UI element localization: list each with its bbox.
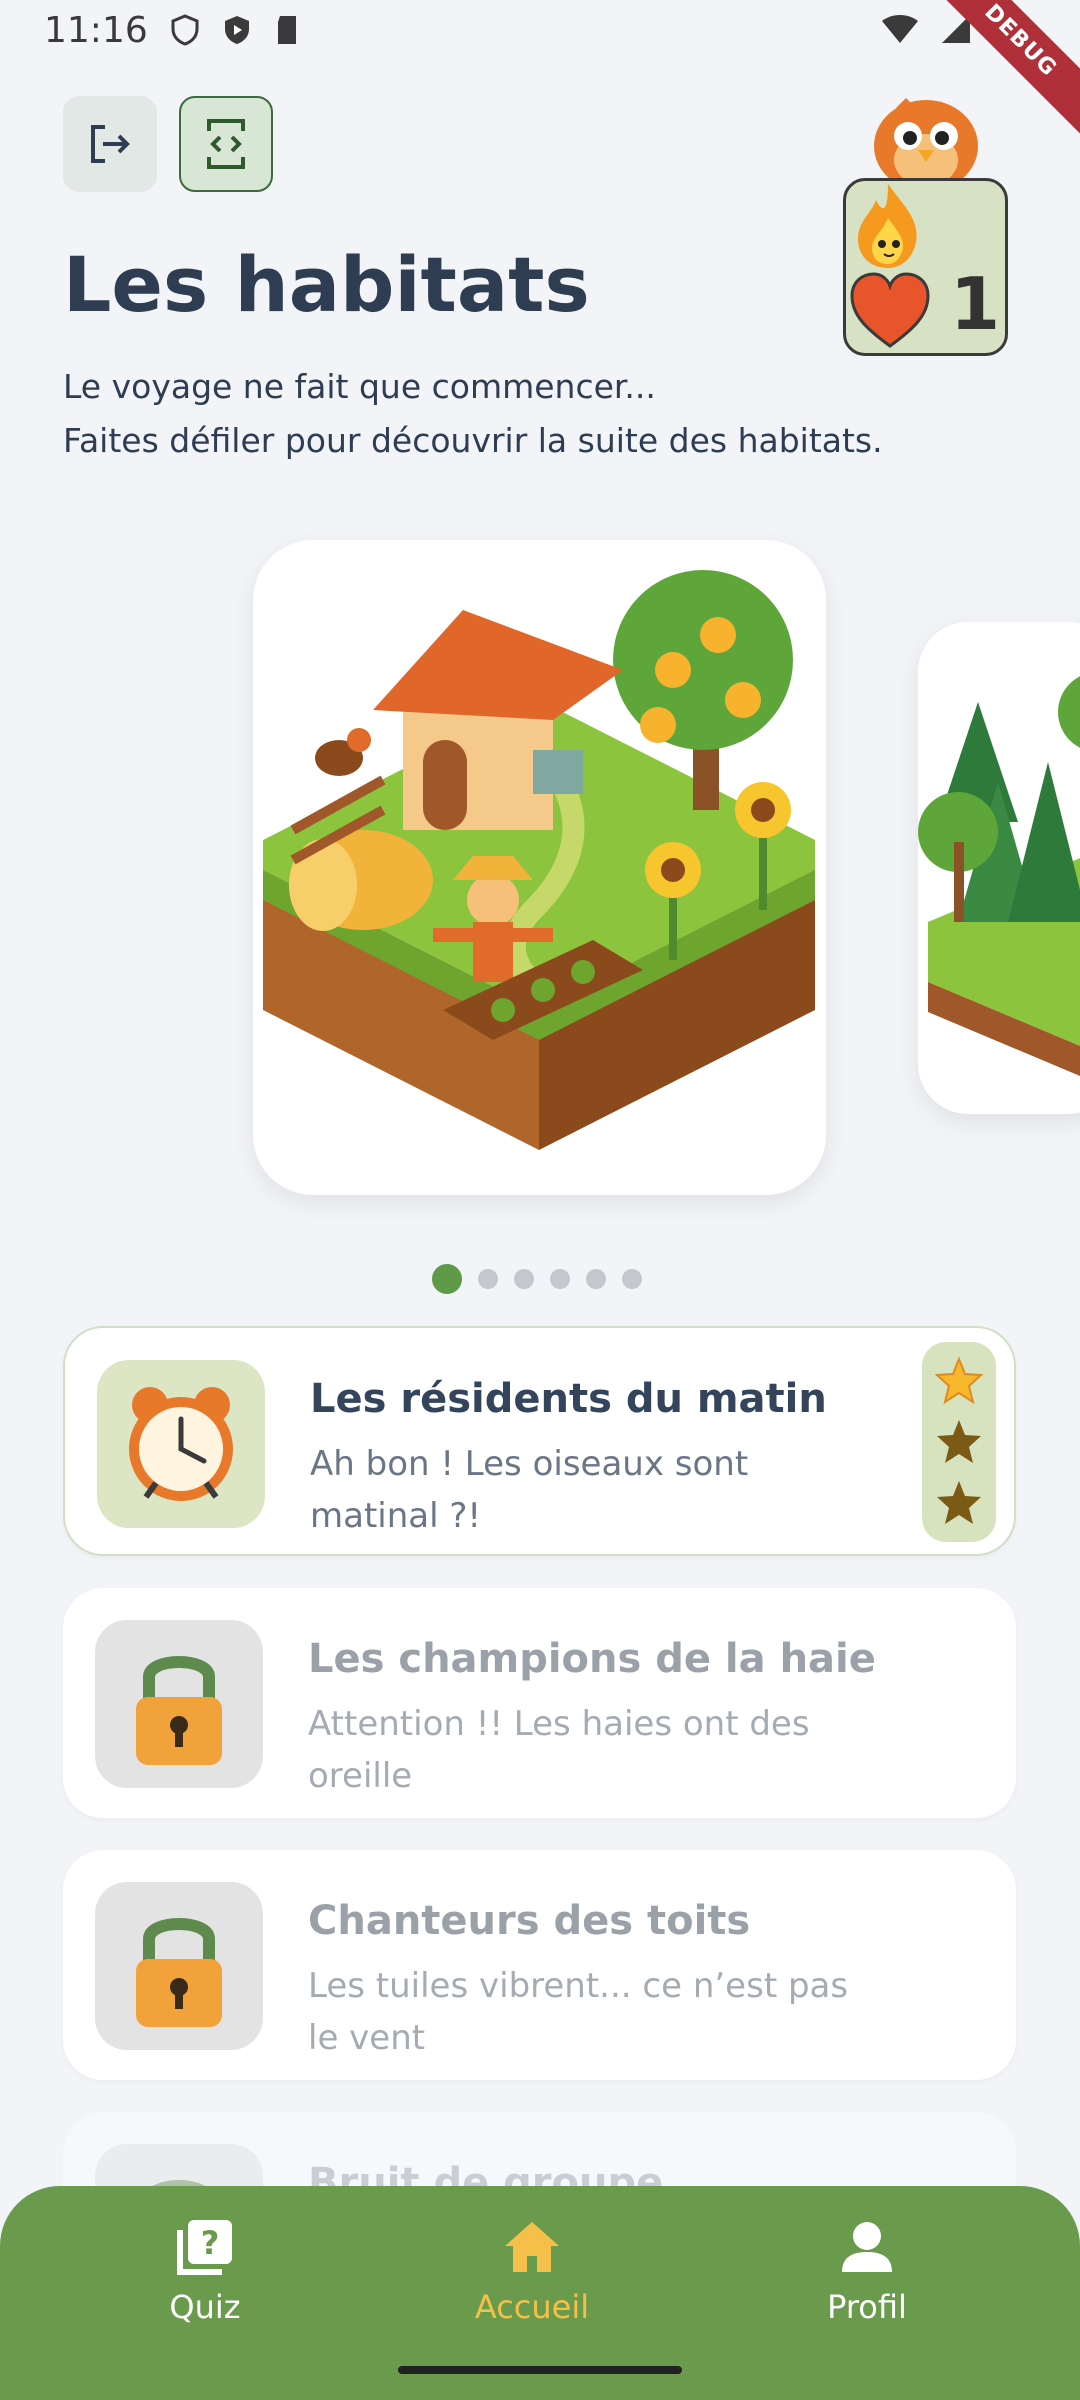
level-description-line: Les tuiles vibrent... ce n’est pas (308, 1966, 849, 2006)
flame-icon (858, 184, 917, 268)
heart-icon (850, 272, 930, 348)
nav-item-accueil[interactable]: Accueil (422, 2216, 642, 2326)
level-description-line: Attention !! Les haies ont des (308, 1704, 810, 1744)
level-description: Attention !! Les haies ont des oreille (308, 1698, 868, 1802)
star-icon-empty (937, 1419, 981, 1463)
pagination-dot[interactable] (514, 1269, 534, 1289)
page-subtitle: Le voyage ne fait que commencer... Faite… (63, 360, 883, 468)
sd-card-icon (277, 16, 296, 44)
level-icon-container (95, 1882, 263, 2050)
level-stars (922, 1342, 996, 1542)
farm-habitat-illustration (263, 570, 815, 1150)
play-shield-icon (224, 16, 249, 44)
lock-icon (136, 1918, 222, 2027)
level-title: Chanteurs des toits (308, 1898, 751, 1944)
developer-mode-button[interactable] (179, 96, 273, 192)
subtitle-line-1: Le voyage ne fait que commencer... (63, 367, 656, 406)
pagination-dot[interactable] (432, 1264, 462, 1294)
wifi-icon (882, 15, 918, 43)
pagination-dot[interactable] (478, 1269, 498, 1289)
level-description: Les tuiles vibrent... ce n’est pas le ve… (308, 1960, 868, 2064)
pagination-dot[interactable] (622, 1269, 642, 1289)
hearts-count: 1 (950, 262, 1001, 346)
svg-text:?: ? (201, 2224, 220, 2262)
star-icon-earned (934, 1355, 984, 1404)
level-title: Les champions de la haie (308, 1636, 876, 1682)
status-bar: 11:16 (0, 0, 1080, 60)
level-title: Les résidents du matin (310, 1376, 827, 1422)
habitat-card-farm[interactable] (253, 540, 826, 1195)
level-card-champions-de-la-haie[interactable]: Les champions de la haie Attention !! Le… (63, 1588, 1016, 1818)
level-description-line: oreille (308, 1756, 413, 1796)
alarm-clock-icon (129, 1387, 233, 1501)
nav-label-quiz: Quiz (169, 2288, 241, 2326)
level-icon-container (97, 1360, 265, 1528)
logout-icon (91, 125, 130, 163)
status-time: 11:16 (44, 9, 148, 51)
nav-label-profil: Profil (827, 2288, 907, 2326)
carousel-pagination (432, 1264, 642, 1294)
level-description-line: Ah bon ! Les oiseaux sont (310, 1444, 749, 1484)
subtitle-line-2: Faites défiler pour découvrir la suite d… (63, 421, 883, 460)
page-title: Les habitats (63, 240, 590, 329)
lock-icon (136, 1656, 222, 1765)
gesture-bar[interactable] (398, 2366, 682, 2374)
habitat-card-forest[interactable] (918, 622, 1080, 1114)
pagination-dot[interactable] (550, 1269, 570, 1289)
quiz-icon: ? (177, 2220, 232, 2275)
nav-item-profil[interactable]: Profil (757, 2216, 977, 2326)
profile-icon (842, 2222, 892, 2272)
level-card-chanteurs-des-toits[interactable]: Chanteurs des toits Les tuiles vibrent..… (63, 1850, 1016, 2080)
star-icon-empty (937, 1481, 981, 1525)
level-description-line: matinal ?! (310, 1496, 482, 1536)
home-icon (505, 2222, 559, 2272)
nav-item-quiz[interactable]: ? Quiz (95, 2216, 315, 2326)
pagination-dot[interactable] (586, 1269, 606, 1289)
logout-button[interactable] (63, 96, 157, 192)
level-card-residents-du-matin[interactable]: Les résidents du matin Ah bon ! Les oise… (63, 1326, 1016, 1556)
forest-habitat-illustration (918, 676, 1080, 1076)
bird-mascot-icon (874, 98, 978, 192)
developer-mode-icon (207, 119, 245, 169)
level-description-line: le vent (308, 2018, 426, 2058)
shield-icon (171, 14, 199, 46)
level-description: Ah bon ! Les oiseaux sont matinal ?! (310, 1438, 870, 1542)
nav-label-accueil: Accueil (474, 2288, 590, 2326)
level-icon-container (95, 1620, 263, 1788)
